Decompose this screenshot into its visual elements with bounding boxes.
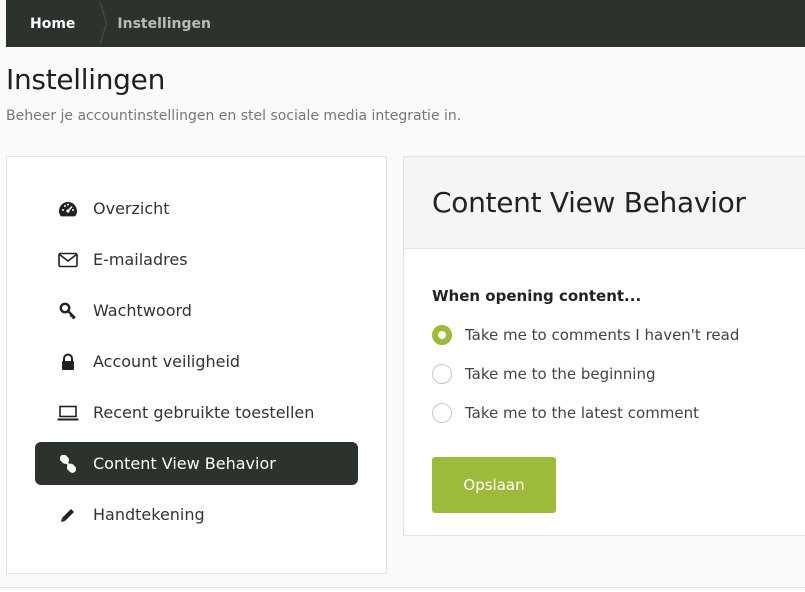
settings-sidebar: Overzicht E-mailadres Wachtwoord Account… bbox=[6, 156, 387, 574]
sidebar-item-label: Handtekening bbox=[93, 505, 205, 524]
option-unread-comments[interactable]: Take me to comments I haven't read bbox=[432, 325, 805, 345]
laptop-icon bbox=[57, 402, 79, 424]
sidebar-item-label: Account veiligheid bbox=[93, 352, 241, 371]
sidebar-item-label: Content View Behavior bbox=[93, 454, 276, 473]
breadcrumb-current: Instellingen bbox=[117, 15, 211, 32]
breadcrumb-bar: Home Instellingen bbox=[6, 0, 805, 47]
sidebar-item-label: Overzicht bbox=[93, 199, 170, 218]
sidebar-item-wachtwoord[interactable]: Wachtwoord bbox=[35, 289, 358, 332]
option-label: Take me to the latest comment bbox=[465, 404, 700, 422]
sidebar-item-recent-toestellen[interactable]: Recent gebruikte toestellen bbox=[35, 391, 358, 434]
page-subtitle: Beheer je accountinstellingen en stel so… bbox=[6, 108, 462, 124]
key-icon bbox=[57, 300, 79, 322]
sidebar-item-handtekening[interactable]: Handtekening bbox=[35, 493, 358, 536]
link-icon bbox=[57, 453, 79, 475]
lock-icon bbox=[57, 351, 79, 373]
sidebar-item-account-veiligheid[interactable]: Account veiligheid bbox=[35, 340, 358, 383]
sidebar-item-label: E-mailadres bbox=[93, 250, 188, 269]
content-view-panel: Content View Behavior When opening conte… bbox=[403, 156, 805, 536]
sidebar-item-label: Recent gebruikte toestellen bbox=[93, 403, 315, 422]
save-button[interactable]: Opslaan bbox=[432, 457, 556, 513]
sidebar-item-content-view-behavior[interactable]: Content View Behavior bbox=[35, 442, 358, 485]
pencil-icon bbox=[57, 504, 79, 526]
footer-divider bbox=[0, 587, 805, 592]
envelope-icon bbox=[57, 249, 79, 271]
sidebar-item-label: Wachtwoord bbox=[93, 301, 192, 320]
option-label: Take me to comments I haven't read bbox=[465, 326, 740, 344]
option-latest-comment[interactable]: Take me to the latest comment bbox=[432, 403, 805, 423]
panel-title: Content View Behavior bbox=[432, 186, 746, 219]
option-beginning[interactable]: Take me to the beginning bbox=[432, 364, 805, 384]
section-label: When opening content... bbox=[432, 287, 642, 305]
sidebar-item-emailadres[interactable]: E-mailadres bbox=[35, 238, 358, 281]
option-label: Take me to the beginning bbox=[465, 365, 656, 383]
radio-unread-comments[interactable] bbox=[432, 325, 452, 345]
radio-beginning[interactable] bbox=[432, 364, 452, 384]
panel-header: Content View Behavior bbox=[404, 157, 805, 249]
panel-body: When opening content... Take me to comme… bbox=[404, 249, 805, 513]
breadcrumb-home-link[interactable]: Home bbox=[6, 0, 108, 47]
dashboard-icon bbox=[57, 198, 79, 220]
radio-latest-comment[interactable] bbox=[432, 403, 452, 423]
page-title: Instellingen bbox=[6, 63, 166, 96]
sidebar-item-overzicht[interactable]: Overzicht bbox=[35, 187, 358, 230]
